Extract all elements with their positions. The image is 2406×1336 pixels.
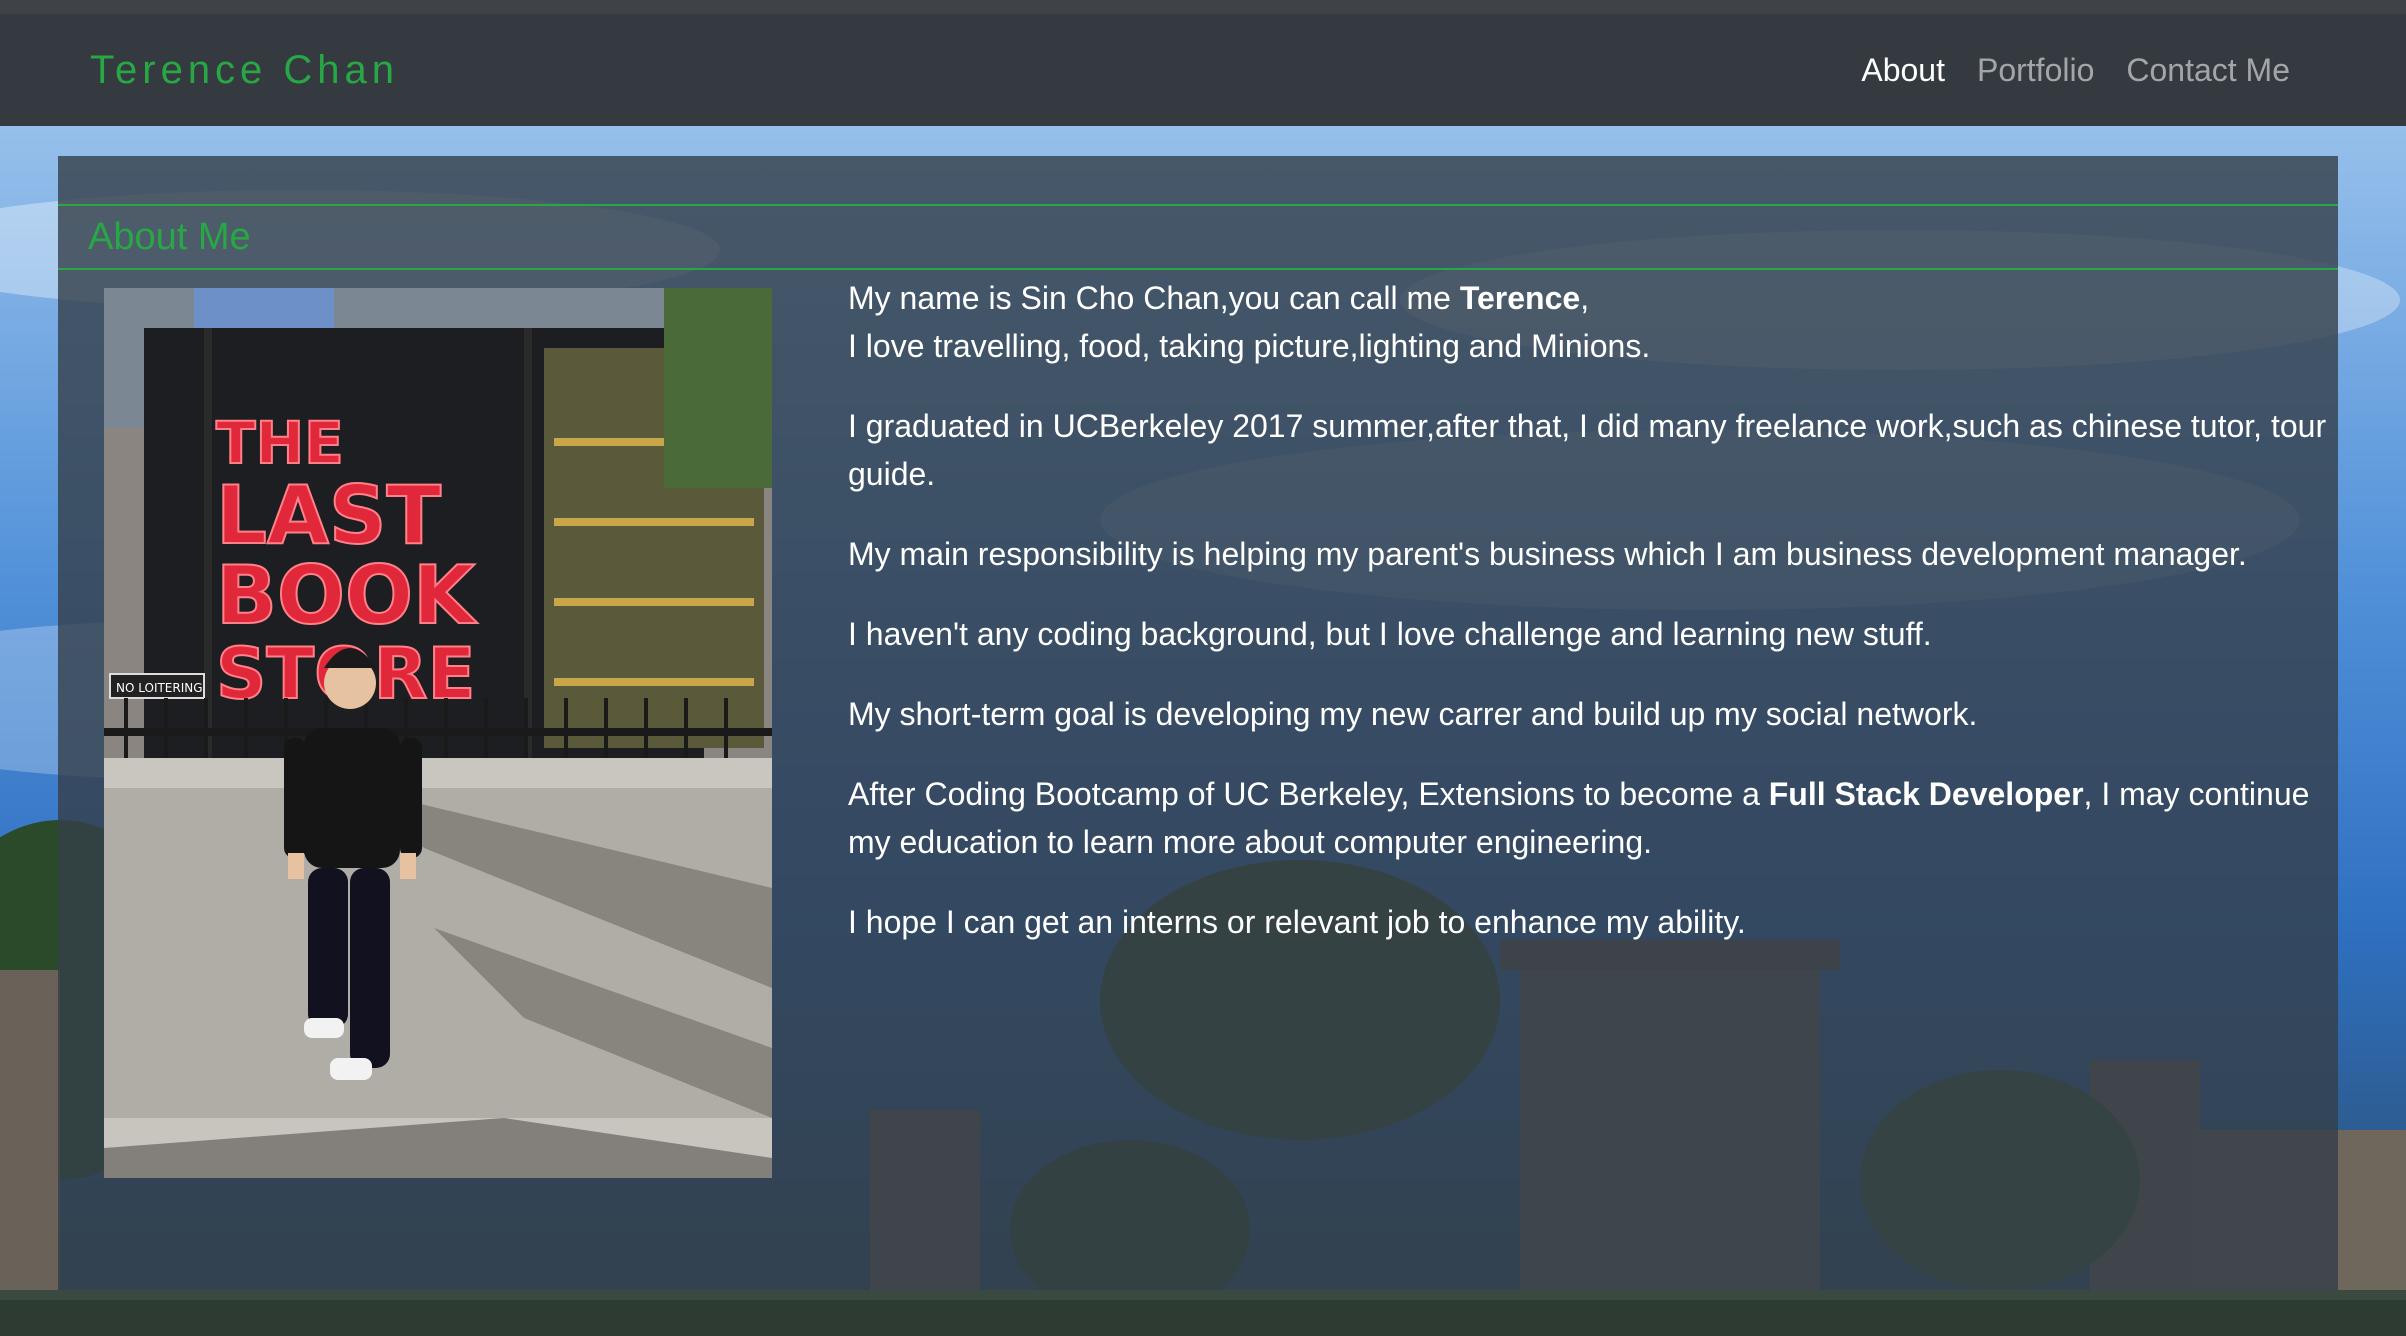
bio-paragraph-goal: My short-term goal is developing my new … [848, 696, 1978, 732]
no-loitering-sign: NO LOITERING [116, 681, 203, 695]
browser-top-strip [0, 0, 2406, 14]
nav-portfolio-link[interactable]: Portfolio [1977, 52, 2094, 89]
profile-photo: THE LAST BOOK STORE NO LOITERING [104, 288, 772, 1178]
about-header: About Me [58, 204, 2338, 270]
bio-paragraph-responsibility: My main responsibility is helping my par… [848, 536, 2247, 572]
about-panel: About Me THE LAST BOOK STORE [58, 156, 2338, 1290]
nav-links: About Portfolio Contact Me [1861, 52, 2290, 89]
about-title: About Me [88, 215, 251, 258]
bio-intro-text: My name is Sin Cho Chan,you can call me [848, 280, 1460, 316]
bio-paragraph-intro: My name is Sin Cho Chan,you can call me … [848, 274, 2358, 370]
bio-intro-comma: , [1580, 280, 1590, 316]
brand-link[interactable]: Terence Chan [90, 48, 399, 93]
sign-line-the: THE [216, 409, 344, 477]
top-navbar: Terence Chan About Portfolio Contact Me [0, 14, 2406, 126]
bio-hobbies: I love travelling, food, taking picture,… [848, 328, 1651, 364]
profile-photo-image: THE LAST BOOK STORE NO LOITERING [104, 288, 772, 1178]
sign-line-book: BOOK [216, 549, 478, 642]
bio-paragraph-education: I graduated in UCBerkeley 2017 summer,af… [848, 408, 2327, 492]
bio-role: Full Stack Developer [1768, 776, 2084, 812]
bio-bootcamp-text: After Coding Bootcamp of UC Berkeley, Ex… [848, 776, 1769, 812]
bio-paragraph-background: I haven't any coding background, but I l… [848, 616, 1932, 652]
bio-paragraph-bootcamp: After Coding Bootcamp of UC Berkeley, Ex… [848, 770, 2358, 866]
nav-contact-link[interactable]: Contact Me [2126, 52, 2290, 89]
bio-paragraph-hope: I hope I can get an interns or relevant … [848, 904, 1746, 940]
nav-about-link[interactable]: About [1861, 52, 1945, 89]
bio-nickname: Terence [1459, 280, 1581, 316]
about-bio: My name is Sin Cho Chan,you can call me … [848, 274, 2358, 978]
